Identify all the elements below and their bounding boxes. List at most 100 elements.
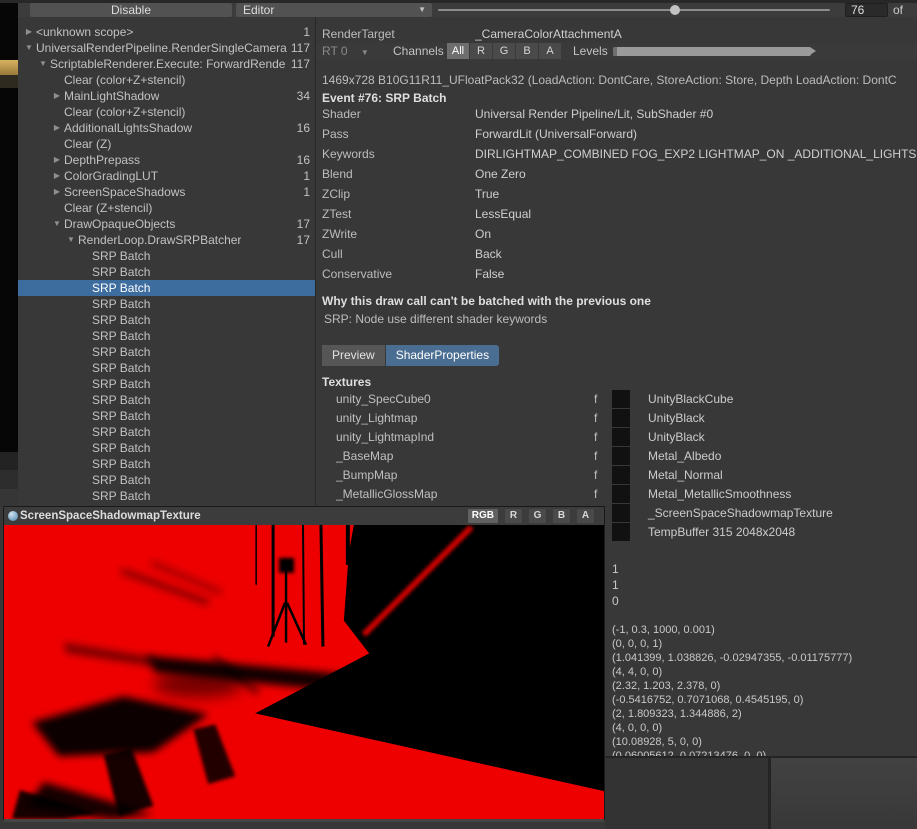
tree-row-label: SRP Batch bbox=[92, 280, 150, 296]
texture-flag: f bbox=[594, 468, 597, 482]
texture-row[interactable]: _BumpMap f Metal_Normal bbox=[316, 466, 917, 485]
background-panel-edge bbox=[0, 452, 18, 470]
channels-row: RT 0 ▼ Channels AllRGBA Levels bbox=[316, 43, 917, 60]
texture-row[interactable]: unity_Lightmap f UnityBlack bbox=[316, 409, 917, 428]
background-panel bbox=[771, 758, 917, 829]
frame-slider-handle[interactable] bbox=[670, 5, 680, 15]
tree-expand-icon[interactable]: ▼ bbox=[36, 56, 50, 72]
tree-row-label: DepthPrepass bbox=[64, 152, 140, 168]
rt-dropdown[interactable]: RT 0 ▼ bbox=[322, 44, 369, 58]
tree-row[interactable]: ▼ RenderLoop.DrawSRPBatcher 17 bbox=[18, 232, 315, 248]
tree-row[interactable]: SRP Batch bbox=[18, 280, 315, 296]
frame-slider[interactable] bbox=[438, 9, 830, 11]
capture-target-dropdown[interactable]: Editor ▼ bbox=[236, 3, 432, 17]
texture-row[interactable]: unity_SpecCube0 f UnityBlackCube bbox=[316, 390, 917, 409]
tree-row[interactable]: SRP Batch bbox=[18, 376, 315, 392]
channels-label: Channels bbox=[393, 44, 444, 58]
property-value: Back bbox=[475, 247, 917, 261]
tree-row-label: SRP Batch bbox=[92, 392, 150, 408]
tree-row[interactable]: SRP Batch bbox=[18, 360, 315, 376]
vector-value: (1.041399, 1.038826, -0.02947355, -0.011… bbox=[612, 651, 852, 665]
tree-expand-icon[interactable]: ▶ bbox=[50, 88, 64, 104]
channel-button[interactable]: A bbox=[539, 43, 561, 59]
tree-row[interactable]: Clear (Z+stencil) bbox=[18, 200, 315, 216]
vector-value: (-1, 0.3, 1000, 0.001) bbox=[612, 623, 852, 637]
tree-expand-icon[interactable]: ▶ bbox=[50, 152, 64, 168]
texture-property: unity_SpecCube0 bbox=[336, 392, 586, 406]
texture-row[interactable]: unity_LightmapInd f UnityBlack bbox=[316, 428, 917, 447]
preview-titlebar[interactable]: ScreenSpaceShadowmapTexture RGBRGBA bbox=[4, 507, 604, 525]
tree-expand-icon[interactable]: ▼ bbox=[64, 232, 78, 248]
levels-slider[interactable] bbox=[613, 47, 811, 56]
render-target-value: _CameraColorAttachmentA bbox=[475, 27, 917, 41]
texture-property: _BaseMap bbox=[336, 449, 586, 463]
tree-row[interactable]: SRP Batch bbox=[18, 440, 315, 456]
disable-button[interactable]: Disable bbox=[30, 3, 232, 17]
tree-row[interactable]: SRP Batch bbox=[18, 488, 315, 504]
tree-row-label: SRP Batch bbox=[92, 408, 150, 424]
tree-row-label: SRP Batch bbox=[92, 296, 150, 312]
tree-row[interactable]: SRP Batch bbox=[18, 264, 315, 280]
tree-expand-icon[interactable]: ▼ bbox=[22, 40, 36, 56]
tree-row-count: 17 bbox=[297, 232, 315, 248]
texture-row[interactable]: _BaseMap f Metal_Albedo bbox=[316, 447, 917, 466]
tree-row[interactable]: SRP Batch bbox=[18, 456, 315, 472]
tree-row-label: Clear (Z+stencil) bbox=[64, 200, 152, 216]
tree-row[interactable]: SRP Batch bbox=[18, 296, 315, 312]
preview-channel-button[interactable]: RGB bbox=[468, 509, 498, 523]
tree-expand-icon[interactable]: ▶ bbox=[22, 24, 36, 40]
frame-debugger-window: Disable Editor ▼ 76 of 118 ▶ <unknown sc… bbox=[0, 0, 917, 829]
detail-tab[interactable]: ShaderProperties bbox=[386, 345, 499, 366]
tree-row[interactable]: SRP Batch bbox=[18, 328, 315, 344]
preview-channel-button[interactable]: R bbox=[505, 509, 522, 523]
channel-button[interactable]: B bbox=[516, 43, 538, 59]
tree-row[interactable]: SRP Batch bbox=[18, 408, 315, 424]
texture-flag: f bbox=[594, 449, 597, 463]
tree-row[interactable]: ▼ DrawOpaqueObjects 17 bbox=[18, 216, 315, 232]
tree-expand-icon[interactable]: ▶ bbox=[50, 168, 64, 184]
tree-row[interactable]: SRP Batch bbox=[18, 344, 315, 360]
background-scene-strip bbox=[0, 3, 18, 506]
chevron-down-icon: ▼ bbox=[418, 3, 426, 17]
tree-expand-icon[interactable]: ▶ bbox=[50, 120, 64, 136]
texture-row[interactable]: _MetallicGlossMap f Metal_MetallicSmooth… bbox=[316, 485, 917, 504]
channel-buttons: AllRGBA bbox=[447, 43, 561, 59]
tree-row[interactable]: Clear (Z) bbox=[18, 136, 315, 152]
property-value: DIRLIGHTMAP_COMBINED FOG_EXP2 LIGHTMAP_O… bbox=[475, 147, 917, 161]
tree-row[interactable]: SRP Batch bbox=[18, 248, 315, 264]
channel-button[interactable]: All bbox=[447, 43, 469, 59]
detail-tab[interactable]: Preview bbox=[322, 345, 385, 366]
channel-button[interactable]: G bbox=[493, 43, 515, 59]
float-value: 0 bbox=[612, 593, 619, 609]
tree-row-label: RenderLoop.DrawSRPBatcher bbox=[78, 232, 241, 248]
tree-row[interactable]: ▶ AdditionalLightsShadow 16 bbox=[18, 120, 315, 136]
tree-expand-icon[interactable]: ▶ bbox=[50, 184, 64, 200]
tree-row[interactable]: SRP Batch bbox=[18, 472, 315, 488]
property-value: ForwardLit (UniversalForward) bbox=[475, 127, 917, 141]
vector-value: (10.08928, 5, 0, 0) bbox=[612, 735, 852, 749]
tree-row[interactable]: ▶ MainLightShadow 34 bbox=[18, 88, 315, 104]
tree-row[interactable]: ▶ ColorGradingLUT 1 bbox=[18, 168, 315, 184]
tree-expand-icon[interactable]: ▼ bbox=[50, 216, 64, 232]
tree-row[interactable]: SRP Batch bbox=[18, 392, 315, 408]
texture-property: _MetallicGlossMap bbox=[336, 487, 586, 501]
preview-channel-button[interactable]: B bbox=[553, 509, 570, 523]
channel-button[interactable]: R bbox=[470, 43, 492, 59]
tree-row[interactable]: ▶ ScreenSpaceShadows 1 bbox=[18, 184, 315, 200]
tree-row[interactable]: SRP Batch bbox=[18, 312, 315, 328]
tree-row-label: DrawOpaqueObjects bbox=[64, 216, 175, 232]
tree-row-label: SRP Batch bbox=[92, 376, 150, 392]
tree-row[interactable]: ▶ DepthPrepass 16 bbox=[18, 152, 315, 168]
frame-number-input[interactable]: 76 bbox=[845, 3, 888, 17]
tree-row[interactable]: ▼ UniversalRenderPipeline.RenderSingleCa… bbox=[18, 40, 315, 56]
tree-row[interactable]: ▼ ScriptableRenderer.Execute: ForwardRen… bbox=[18, 56, 315, 72]
property-label: Pass bbox=[322, 127, 349, 141]
float-value: 1 bbox=[612, 577, 619, 593]
preview-channel-button[interactable]: A bbox=[577, 509, 594, 523]
tree-row[interactable]: Clear (color+Z+stencil) bbox=[18, 104, 315, 120]
tree-row[interactable]: SRP Batch bbox=[18, 424, 315, 440]
preview-channel-button[interactable]: G bbox=[529, 509, 546, 523]
tree-row[interactable]: Clear (color+Z+stencil) bbox=[18, 72, 315, 88]
vector-value: (2.32, 1.203, 2.378, 0) bbox=[612, 679, 852, 693]
tree-row[interactable]: ▶ <unknown scope> 1 bbox=[18, 24, 315, 40]
